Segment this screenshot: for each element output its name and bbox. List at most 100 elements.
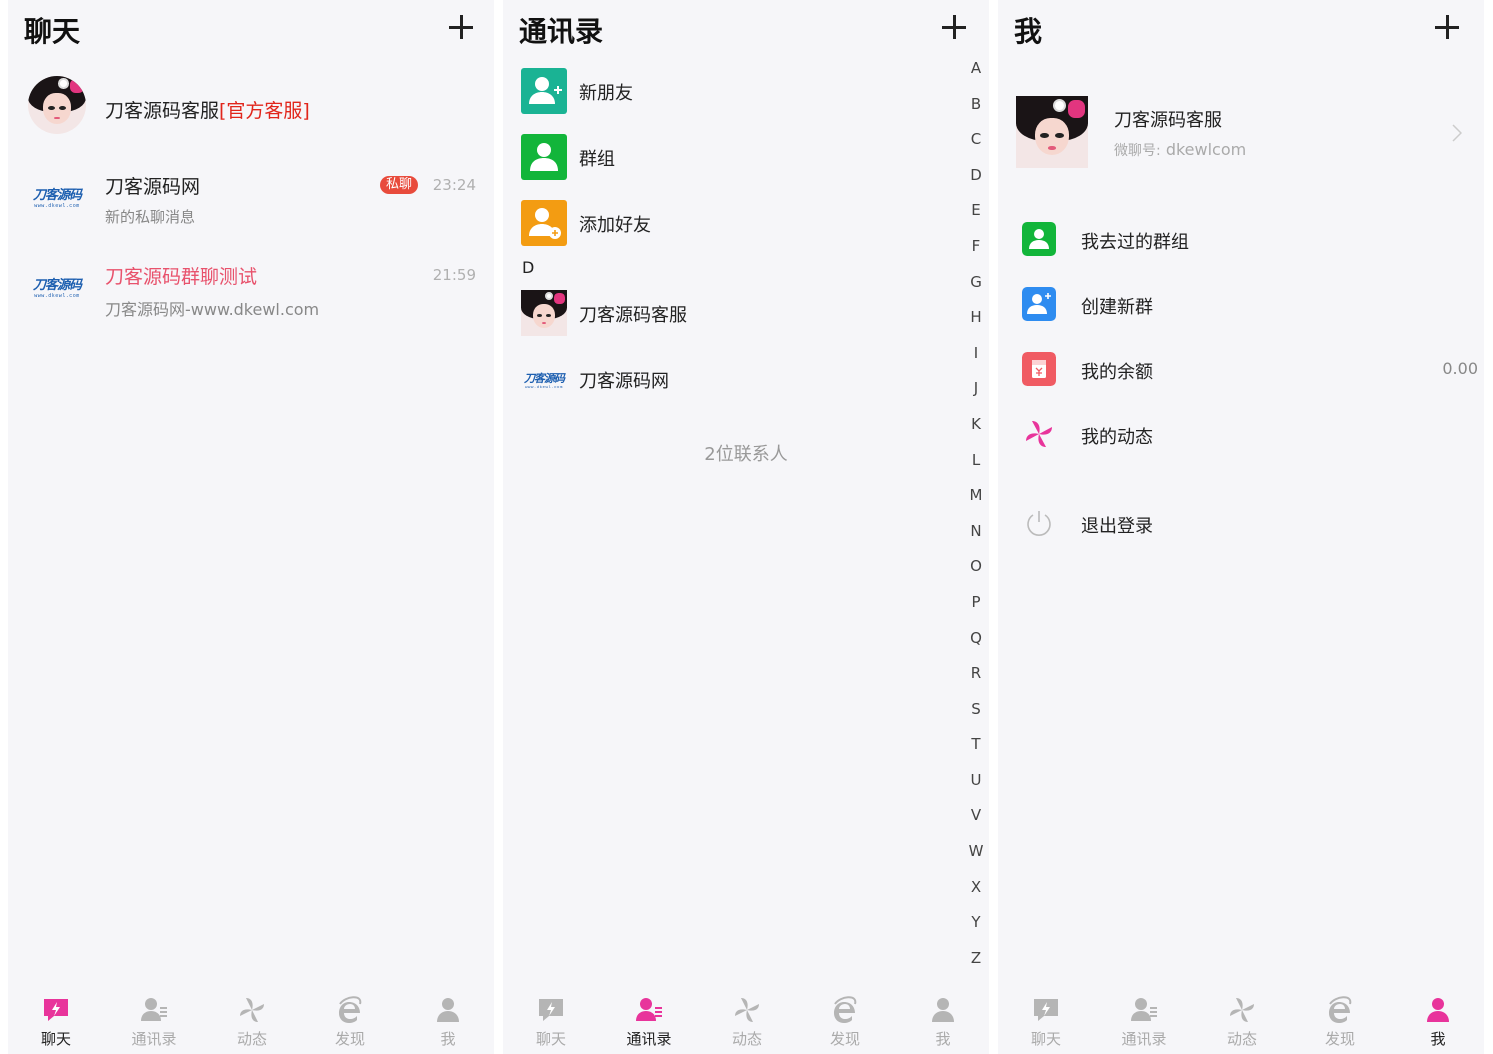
avatar <box>1016 96 1088 168</box>
index-letter[interactable]: R <box>963 663 989 699</box>
contact-groups[interactable]: 群组 <box>521 134 961 182</box>
contact-item[interactable]: 刀客源码客服 <box>521 290 961 338</box>
tab-moments[interactable]: 动态 <box>212 984 292 1054</box>
tab-discover[interactable]: 发现 <box>1300 984 1380 1054</box>
tab-contacts[interactable]: 通讯录 <box>609 984 689 1054</box>
index-letter[interactable]: V <box>963 805 989 841</box>
tab-contacts[interactable]: 通讯录 <box>1104 984 1184 1054</box>
browser-e-icon <box>339 996 362 1023</box>
avatar <box>28 76 86 134</box>
create-group-icon <box>1022 287 1056 321</box>
index-letter[interactable]: F <box>963 236 989 272</box>
menu-label: 我的余额 <box>1081 362 1153 383</box>
pinwheel-icon <box>735 998 759 1022</box>
index-letter[interactable]: L <box>963 450 989 486</box>
tab-moments[interactable]: 动态 <box>707 984 787 1054</box>
profile-card[interactable]: 刀客源码客服 微聊号: dkewlcom <box>998 90 1484 178</box>
chat-list-item[interactable]: 刀客源码客服[官方客服] <box>8 74 494 142</box>
tab-me[interactable]: 我 <box>408 984 488 1054</box>
contact-item[interactable]: 刀客源码 www.dkewl.com 刀客源码网 <box>521 356 961 404</box>
add-icon[interactable] <box>941 14 967 40</box>
index-letter[interactable]: I <box>963 343 989 379</box>
index-letter[interactable]: E <box>963 200 989 236</box>
tab-label: 动态 <box>236 1030 267 1048</box>
browser-e-icon <box>834 996 857 1023</box>
index-letter[interactable]: A <box>963 58 989 94</box>
index-letter[interactable]: T <box>963 734 989 770</box>
avatar <box>521 290 567 336</box>
contact-new-friends[interactable]: 新朋友 <box>521 68 961 116</box>
official-tag: [官方客服] <box>219 100 310 122</box>
contact-add-friend[interactable]: 添加好友 <box>521 200 961 248</box>
tab-chat[interactable]: 聊天 <box>511 984 591 1054</box>
tab-contacts[interactable]: 通讯录 <box>114 984 194 1054</box>
chevron-right-icon <box>1452 124 1462 142</box>
menu-visited-groups[interactable]: 我去过的群组 <box>1022 222 1472 262</box>
avatar: 刀客源码 www.dkewl.com <box>32 186 82 209</box>
tab-chat[interactable]: 聊天 <box>1006 984 1086 1054</box>
chat-list-item[interactable]: 刀客源码 www.dkewl.com 刀客源码网 私聊 23:24 新的私聊消息 <box>8 160 494 230</box>
user-icon <box>1427 998 1449 1022</box>
index-letter[interactable]: J <box>963 378 989 414</box>
tab-me[interactable]: 我 <box>1398 984 1478 1054</box>
tab-moments[interactable]: 动态 <box>1202 984 1282 1054</box>
add-friend-icon <box>521 200 567 246</box>
chat-name: 刀客源码客服[官方客服] <box>105 100 310 122</box>
new-friend-icon <box>521 68 567 114</box>
contacts-icon <box>1131 998 1157 1021</box>
chat-bubble-icon <box>539 999 563 1021</box>
tab-chat[interactable]: 聊天 <box>16 984 96 1054</box>
chat-preview: 新的私聊消息 <box>105 208 196 226</box>
index-letter[interactable]: U <box>963 770 989 806</box>
contact-count: 2位联系人 <box>704 444 788 465</box>
tab-label: 通讯录 <box>131 1030 177 1048</box>
menu-label: 创建新群 <box>1081 297 1153 318</box>
alphabet-index[interactable]: A B C D E F G H I J K L M N O P Q R S T … <box>963 58 989 983</box>
add-icon[interactable] <box>1434 14 1460 40</box>
index-letter[interactable]: Y <box>963 912 989 948</box>
tab-label: 我 <box>935 1030 951 1048</box>
tab-label: 聊天 <box>1030 1030 1061 1048</box>
index-letter[interactable]: D <box>963 165 989 201</box>
index-letter[interactable]: Q <box>963 628 989 664</box>
contact-label: 添加好友 <box>579 215 651 236</box>
index-letter[interactable]: O <box>963 556 989 592</box>
page-title: 聊天 <box>24 15 81 48</box>
index-letter[interactable]: C <box>963 129 989 165</box>
tab-discover[interactable]: 发现 <box>805 984 885 1054</box>
wallet-icon <box>1022 352 1056 386</box>
tab-bar: 聊天 通讯录 动态 发现 我 <box>998 984 1484 1054</box>
index-letter[interactable]: K <box>963 414 989 450</box>
contacts-panel: 通讯录 新朋友 群组 添加好友 D 刀客源码客服 刀客源码 www.dkewl.c… <box>503 0 989 1054</box>
chat-preview: 刀客源码网-www.dkewl.com <box>105 300 320 319</box>
pinwheel-icon <box>240 998 264 1022</box>
menu-create-group[interactable]: 创建新群 <box>1022 287 1472 327</box>
contact-label: 新朋友 <box>579 83 633 104</box>
tab-discover[interactable]: 发现 <box>310 984 390 1054</box>
tab-me[interactable]: 我 <box>903 984 983 1054</box>
avatar: 刀客源码 www.dkewl.com <box>32 276 82 299</box>
index-letter[interactable]: G <box>963 272 989 308</box>
group-visited-icon <box>1022 222 1056 256</box>
tab-label: 聊天 <box>535 1030 566 1048</box>
section-header: D <box>522 258 535 277</box>
index-letter[interactable]: W <box>963 841 989 877</box>
menu-label: 我去过的群组 <box>1081 232 1189 253</box>
index-letter[interactable]: S <box>963 699 989 735</box>
logout-button[interactable]: 退出登录 <box>1022 506 1472 546</box>
chat-list-item[interactable]: 刀客源码 www.dkewl.com 刀客源码群聊测试 21:59 刀客源码网-w… <box>8 250 494 320</box>
index-letter[interactable]: N <box>963 521 989 557</box>
index-letter[interactable]: H <box>963 307 989 343</box>
add-icon[interactable] <box>448 14 474 40</box>
menu-my-moments[interactable]: 我的动态 <box>1022 417 1472 457</box>
menu-balance[interactable]: 我的余额 0.00 <box>1022 352 1478 392</box>
chat-panel: 聊天 刀客源码客服[官方客服] 刀客源码 www.dkewl.com 刀客源码网 … <box>8 0 494 1054</box>
contact-label: 刀客源码网 <box>579 371 669 392</box>
index-letter[interactable]: M <box>963 485 989 521</box>
index-letter[interactable]: X <box>963 877 989 913</box>
index-letter[interactable]: B <box>963 94 989 130</box>
index-letter[interactable]: Z <box>963 948 989 984</box>
tab-label: 发现 <box>829 1030 860 1048</box>
chat-name: 刀客源码网 <box>105 176 201 198</box>
index-letter[interactable]: P <box>963 592 989 628</box>
